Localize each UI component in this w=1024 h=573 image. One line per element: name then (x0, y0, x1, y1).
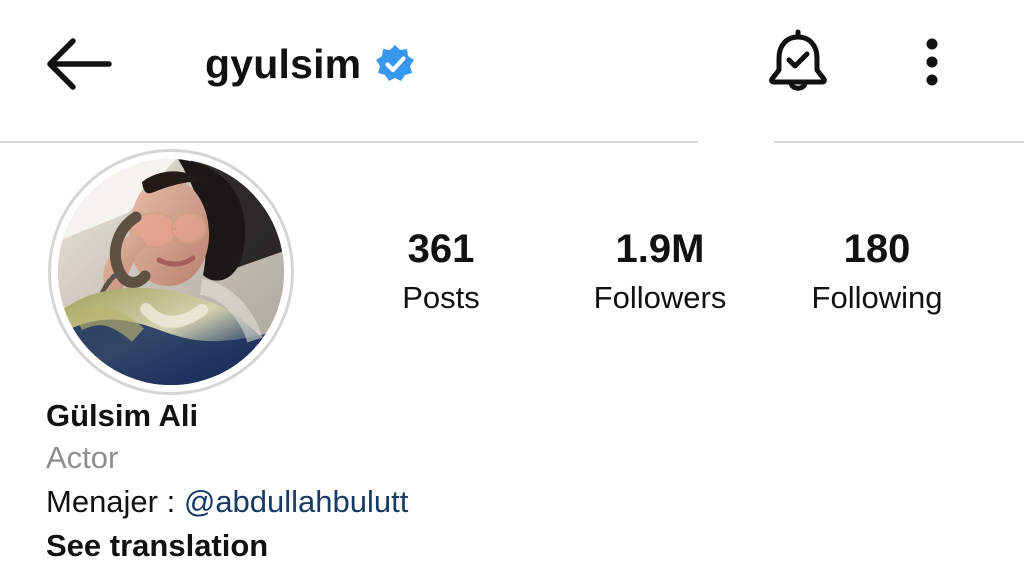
manager-line: Menajer : @abdullahbulutt (46, 480, 666, 524)
see-translation-link[interactable]: See translation (46, 524, 666, 568)
verified-badge-icon (376, 45, 415, 81)
notification-button[interactable] (764, 27, 832, 99)
following-count: 180 (843, 227, 911, 271)
bell-check-icon (769, 29, 827, 91)
back-arrow-icon (47, 38, 112, 90)
posts-label: Posts (402, 280, 480, 315)
more-options-button[interactable] (912, 32, 952, 92)
header-divider-left (0, 141, 698, 143)
manager-prefix: Menajer : (46, 484, 184, 519)
profile-stats: 361 Posts 1.9M Followers 180 Following (368, 224, 988, 334)
following-stat[interactable]: 180 Following (782, 224, 972, 316)
followers-stat[interactable]: 1.9M Followers (565, 224, 755, 316)
followers-label: Followers (593, 280, 727, 315)
more-vertical-icon (926, 38, 938, 86)
header-divider-right (774, 141, 1024, 143)
following-label: Following (811, 280, 943, 315)
posts-count: 361 (407, 227, 475, 271)
profile-photo (58, 159, 284, 385)
username: gyulsim (205, 40, 362, 87)
back-button[interactable] (42, 34, 116, 94)
profile-category: Actor (46, 440, 119, 475)
manager-mention-link[interactable]: @abdullahbulutt (184, 484, 409, 519)
posts-stat[interactable]: 361 Posts (346, 224, 536, 316)
display-name: Gülsim Ali (46, 398, 199, 433)
username-title: gyulsim (205, 34, 415, 94)
avatar[interactable] (58, 159, 284, 385)
profile-header: gyulsim (0, 0, 1024, 142)
followers-count: 1.9M (615, 227, 705, 271)
profile-bio: Gülsim Ali Actor Menajer : @abdullahbulu… (46, 396, 666, 568)
instagram-profile-screen: gyulsim 361 Posts 1.9M Followers 180 Fol… (0, 0, 1024, 573)
